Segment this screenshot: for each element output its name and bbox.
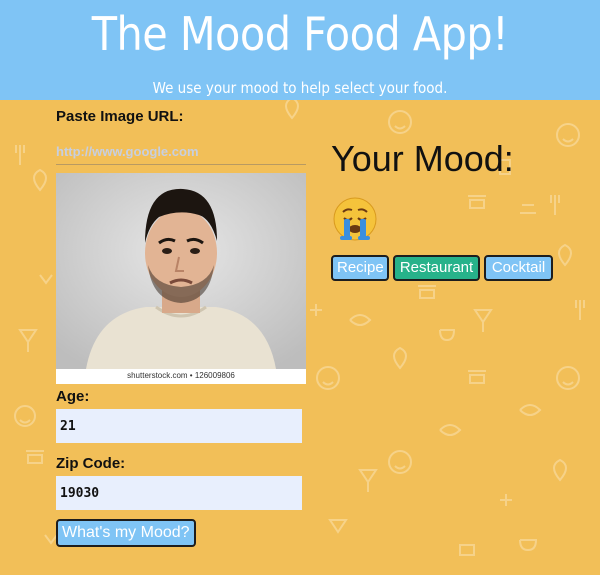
man-portrait-image <box>56 173 306 369</box>
crying-face-icon <box>333 197 377 241</box>
cocktail-button[interactable]: Cocktail <box>484 255 553 281</box>
zip-code-field[interactable] <box>56 476 302 510</box>
age-field[interactable] <box>56 409 302 443</box>
app-subtitle: We use your mood to help select your foo… <box>152 79 448 97</box>
your-mood-title: Your Mood: <box>331 138 514 179</box>
restaurant-button[interactable]: Restaurant <box>393 255 480 281</box>
image-url-input[interactable] <box>56 138 306 165</box>
zip-code-label: Zip Code: <box>56 455 126 472</box>
age-label: Age: <box>56 388 90 405</box>
app-title: The Mood Food App! <box>91 7 509 61</box>
mood-photo: shutterstock.com • 126009806 <box>56 173 306 384</box>
photo-caption: shutterstock.com • 126009806 <box>127 371 235 380</box>
app-header: The Mood Food App! We use your mood to h… <box>0 0 600 100</box>
whats-my-mood-button[interactable]: What's my Mood? <box>56 519 196 547</box>
image-url-label: Paste Image URL: <box>56 108 184 125</box>
recipe-button[interactable]: Recipe <box>331 255 389 281</box>
